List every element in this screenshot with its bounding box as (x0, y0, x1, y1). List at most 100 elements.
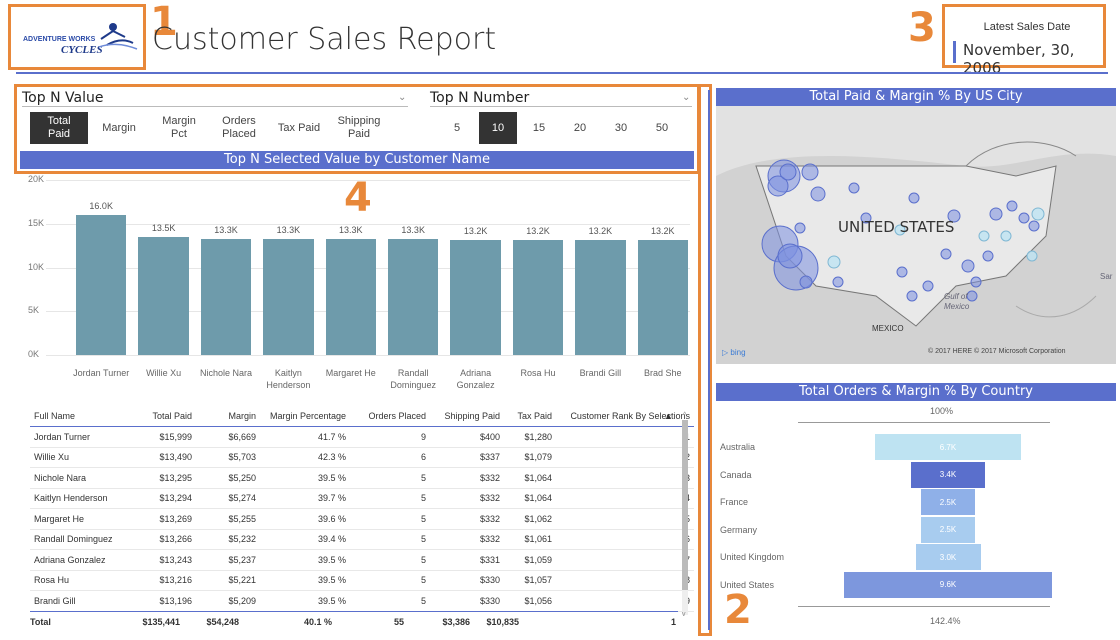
table-row[interactable]: Kaitlyn Henderson $13,294 $5,274 39.7 % 5 $33… (30, 488, 694, 509)
chevron-down-icon[interactable]: ⌄ (682, 92, 690, 103)
table-cell: Willie Xu (30, 447, 130, 468)
column-header[interactable]: Tax Paid (504, 406, 556, 427)
map-copyright: © 2017 HERE © 2017 Microsoft Corporation (928, 348, 1066, 355)
table-cell: $332 (430, 529, 504, 550)
sort-ascending-icon[interactable]: ▲ (664, 411, 673, 421)
bar[interactable] (637, 239, 688, 355)
table-cell: Jordan Turner (30, 426, 130, 448)
country-label: United Kingdom (720, 552, 785, 562)
bar[interactable] (388, 238, 439, 355)
table-row[interactable]: Randall Dominguez $13,266 $5,232 39.4 % 5 $33… (30, 529, 694, 550)
column-header[interactable]: Total Paid (130, 406, 196, 427)
table-row[interactable]: Rosa Hu$13,216$5,22139.5 %5$330$1,0578 (30, 570, 694, 591)
table-cell: $13,266 (130, 529, 196, 550)
table-cell: $13,295 (130, 467, 196, 489)
x-tick-label: Nichole Nara (199, 368, 253, 378)
top-n-number-option[interactable]: 50 (643, 112, 681, 144)
top-n-value-option[interactable]: Total Paid (30, 112, 88, 144)
column-header[interactable]: Full Name (30, 406, 130, 427)
table-scrollbar-thumb[interactable] (682, 420, 688, 590)
bar[interactable] (138, 236, 189, 355)
bar-data-label: 13.2K (651, 225, 675, 236)
top-n-number-option[interactable]: 10 (479, 112, 517, 144)
table-cell: $1,280 (504, 426, 556, 448)
table-cell: Nichole Nara (30, 467, 130, 489)
top-n-number-option[interactable]: 20 (561, 112, 599, 144)
table-cell: 8 (556, 570, 694, 591)
callout-3: 3 (908, 5, 936, 51)
table-cell: 5 (350, 570, 430, 591)
x-tick-label: Rosa Hu (520, 368, 556, 378)
table-cell: 5 (350, 467, 430, 489)
top-n-value-title: Top N Value (22, 90, 104, 106)
table-cell: $13,243 (130, 549, 196, 571)
table-cell: $1,079 (504, 447, 556, 468)
table-cell: 6 (556, 529, 694, 550)
column-header[interactable]: Orders Placed (350, 406, 430, 427)
column-header[interactable]: Shipping Paid (430, 406, 504, 427)
table-cell: $1,064 (504, 467, 556, 489)
table-cell: 2 (556, 447, 694, 468)
us-city-map[interactable]: UNITED STATES MEXICO Gulf of Mexico Sar … (716, 106, 1116, 364)
column-header[interactable]: Margin Percentage (260, 406, 350, 427)
top-n-number-option[interactable]: 5 (438, 112, 476, 144)
top-n-value-option[interactable]: Margin (90, 112, 148, 144)
total-divider (30, 611, 678, 612)
table-cell: $330 (430, 570, 504, 591)
bar[interactable] (450, 239, 501, 355)
country-label: Germany (720, 524, 758, 535)
total-cell: Total (30, 617, 51, 627)
column-header[interactable]: Margin (196, 406, 260, 427)
bar[interactable] (76, 215, 127, 355)
column-header[interactable]: Customer Rank By Selections (556, 406, 694, 427)
table-row[interactable]: Brandi Gill $13,196 $5,209 39.5 % 5 $330 $1,05… (30, 590, 694, 612)
top-n-value-option[interactable]: Shipping Paid (330, 112, 388, 144)
top-n-value-option[interactable]: Margin Pct (150, 112, 208, 144)
table-cell: $331 (430, 549, 504, 571)
top-n-value-option[interactable]: Orders Placed (210, 112, 268, 144)
top-n-number-option[interactable]: 15 (520, 112, 558, 144)
scroll-up-icon[interactable]: ^ (683, 412, 686, 419)
bar-data-label: 13.3K (276, 224, 301, 235)
table-row[interactable]: Adriana Gonzalez $13,243 $5,237 39.5 % 5 $331… (30, 549, 694, 571)
bar-data-label: 13.3K (401, 224, 425, 235)
funnel-bar[interactable]: 2.5K (920, 489, 976, 515)
funnel-bar[interactable]: 3.0K (915, 544, 981, 570)
bar[interactable] (200, 238, 252, 355)
map-mexico-label: MEXICO (872, 324, 904, 333)
table-row[interactable]: Nichole Nara $13,295 $5,250 39.5 % 5 $332 $1,0… (30, 467, 694, 489)
top-n-value-option[interactable]: Tax Paid (270, 112, 328, 144)
table-cell: $5,255 (196, 508, 260, 530)
table-cell: $400 (430, 426, 504, 448)
table-row[interactable]: Margaret He $13,269 $5,255 39.6 % 5 $332 $1,06… (30, 508, 694, 530)
map-sar-label: Sar (1100, 272, 1113, 281)
bar[interactable] (325, 238, 376, 355)
x-tick-label: Randall Dominguez (390, 368, 436, 390)
bar[interactable] (575, 239, 626, 355)
funnel-bar[interactable]: 2.5K (920, 516, 976, 543)
scroll-down-icon[interactable]: v (682, 611, 686, 618)
table-cell: $15,999 (130, 426, 196, 448)
funnel-bar[interactable]: 9.6K (844, 571, 1052, 598)
table-row[interactable]: Jordan Turner $15,999 $6,669 41.7 % 9 $400 $1,… (30, 426, 694, 448)
bing-logo: ▷ bing (722, 348, 746, 357)
funnel-bar[interactable]: 3.4K (911, 461, 985, 488)
bar-data-label: 13.3K (214, 224, 238, 235)
chevron-down-icon[interactable]: ⌄ (398, 92, 406, 103)
top-n-number-option[interactable]: 30 (602, 112, 640, 144)
table-cell: $1,062 (504, 508, 556, 530)
table-cell: $13,294 (130, 488, 196, 509)
page-title: Customer Sales Report (152, 22, 497, 57)
bar[interactable] (263, 238, 314, 355)
table-row[interactable]: Willie Xu$13,490$5,70342.3 %6$337$1,0792 (30, 447, 694, 468)
total-cell: 1 (670, 617, 676, 627)
x-tick-label: Brad She (644, 368, 682, 378)
total-cell: $135,441 (142, 617, 180, 627)
table-header-row: Full Name Total Paid Margin Margin Percenta… (30, 406, 694, 427)
funnel-bar[interactable]: 6.7K (875, 434, 1021, 460)
bar[interactable] (512, 239, 564, 355)
table-cell: 5 (350, 508, 430, 530)
table-cell: $1,057 (504, 570, 556, 591)
country-panel-title: Total Orders & Margin % By Country (716, 383, 1116, 401)
table-cell: Margaret He (30, 508, 130, 530)
